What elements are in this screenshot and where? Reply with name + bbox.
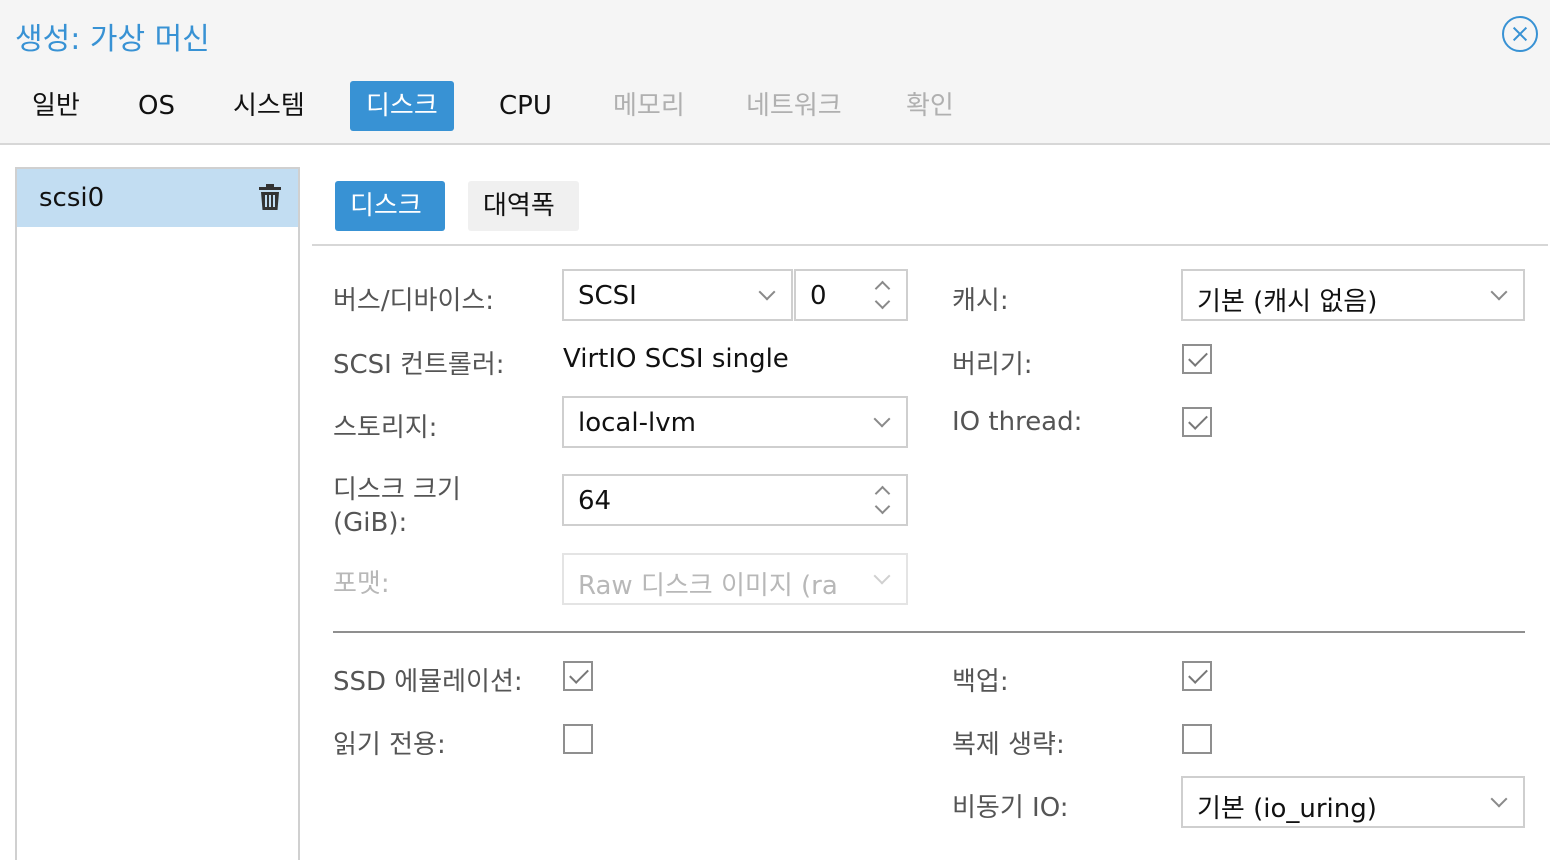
chevron-down-icon <box>873 410 891 428</box>
disk-list-item[interactable]: scsi0 <box>17 169 298 227</box>
read-only-checkbox[interactable] <box>563 724 593 754</box>
subtab-bandwidth[interactable]: 대역폭 <box>468 181 579 231</box>
format-select: Raw 디스크 이미지 (ra <box>562 553 908 605</box>
tab-network: 네트워크 <box>746 91 842 121</box>
backup-checkbox[interactable] <box>1182 661 1212 691</box>
cache-label: 캐시: <box>952 286 1009 316</box>
chevron-down-icon <box>758 283 776 301</box>
discard-checkbox[interactable] <box>1182 344 1212 374</box>
skip-replication-checkbox[interactable] <box>1182 724 1212 754</box>
tab-cpu[interactable]: CPU <box>483 81 568 131</box>
device-number-spinner[interactable]: 0 <box>794 269 908 321</box>
dialog-header: 생성: 가상 머신 일반 OS 시스템 디스크 CPU 메모리 네트워크 확인 <box>0 0 1550 145</box>
dialog-title: 생성: 가상 머신 <box>15 22 210 57</box>
chevron-down-icon <box>873 567 891 585</box>
scsi-controller-value: VirtIO SCSI single <box>563 344 789 374</box>
disk-size-input[interactable]: 64 <box>562 474 908 526</box>
storage-select[interactable]: local-lvm <box>562 396 908 448</box>
ssd-emulation-label: SSD 에뮬레이션: <box>333 667 523 697</box>
async-io-select[interactable]: 기본 (io_uring) <box>1181 776 1525 828</box>
tab-memory: 메모리 <box>613 91 685 121</box>
disk-size-value: 64 <box>578 486 612 516</box>
chevron-down-icon <box>1490 790 1508 808</box>
storage-label: 스토리지: <box>333 413 438 443</box>
section-divider <box>333 631 1525 633</box>
ssd-emulation-checkbox[interactable] <box>563 661 593 691</box>
trash-icon[interactable] <box>259 184 281 210</box>
bus-select-value: SCSI <box>578 281 637 311</box>
spin-down-icon[interactable] <box>874 293 891 310</box>
io-thread-checkbox[interactable] <box>1182 407 1212 437</box>
tab-os[interactable]: OS <box>122 81 191 131</box>
spin-down-icon[interactable] <box>874 498 891 515</box>
subtab-disk[interactable]: 디스크 <box>335 181 445 231</box>
cache-select-value: 기본 (캐시 없음) <box>1197 287 1378 317</box>
backup-label: 백업: <box>952 667 1009 697</box>
device-number-value: 0 <box>810 281 827 311</box>
skip-replication-label: 복제 생략: <box>952 730 1065 760</box>
tab-confirm: 확인 <box>906 91 954 121</box>
tab-disk[interactable]: 디스크 <box>350 81 454 131</box>
cache-select[interactable]: 기본 (캐시 없음) <box>1181 269 1525 321</box>
subtab-divider <box>312 244 1548 246</box>
bus-device-label: 버스/디바이스: <box>333 286 495 316</box>
format-label: 포맷: <box>333 569 390 599</box>
tab-general[interactable]: 일반 <box>16 81 96 131</box>
scsi-controller-label: SCSI 컨트롤러: <box>333 350 505 380</box>
async-io-label: 비동기 IO: <box>952 793 1069 823</box>
tab-system[interactable]: 시스템 <box>217 81 321 131</box>
io-thread-label: IO thread: <box>952 407 1083 437</box>
discard-label: 버리기: <box>952 350 1033 380</box>
disk-list: scsi0 <box>15 167 300 860</box>
read-only-label: 읽기 전용: <box>333 730 446 760</box>
format-select-value: Raw 디스크 이미지 (ra <box>578 571 838 601</box>
storage-select-value: local-lvm <box>578 408 696 438</box>
disk-size-label: 디스크 크기 <box>333 475 461 505</box>
disk-item-label: scsi0 <box>39 183 105 213</box>
close-icon[interactable] <box>1502 16 1538 52</box>
chevron-down-icon <box>1490 283 1508 301</box>
disk-size-unit-label: (GiB): <box>333 508 408 538</box>
bus-select[interactable]: SCSI <box>562 269 793 321</box>
async-io-select-value: 기본 (io_uring) <box>1197 794 1377 824</box>
